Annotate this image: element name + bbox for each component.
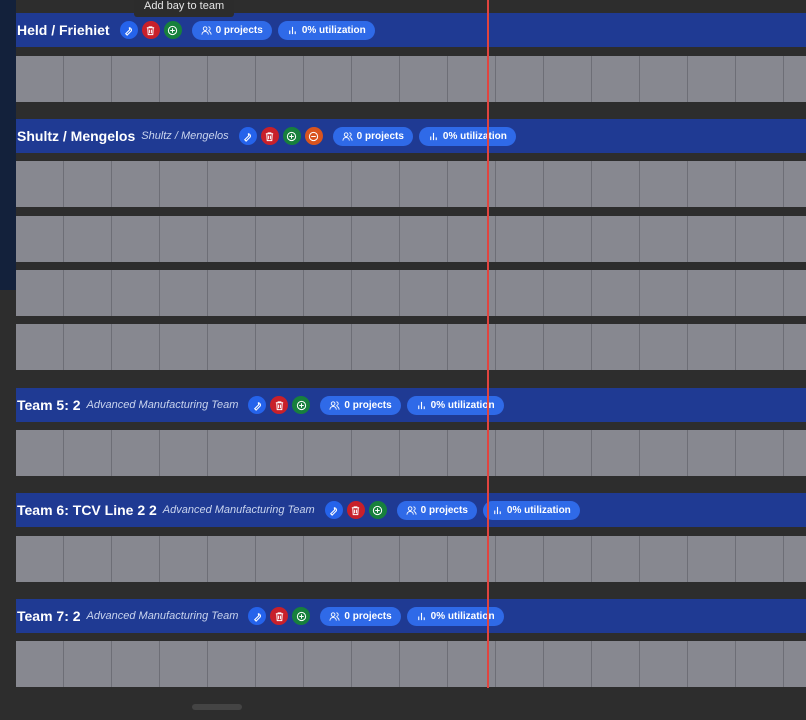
team-header: Team 7: 2 Advanced Manufacturing Team 0 … (16, 599, 806, 633)
utilization-badge: 0% utilization (482, 500, 580, 520)
projects-badge: 0 projects (320, 395, 401, 415)
bay-row[interactable] (16, 270, 806, 316)
bay-row[interactable] (16, 430, 806, 476)
bay-row[interactable] (16, 161, 806, 207)
team-header: Held / Friehiet 0 projects 0% utilizatio… (16, 13, 806, 47)
utilization-value: 0% utilization (430, 399, 495, 411)
trash-icon[interactable] (270, 396, 289, 414)
projects-badge: 0 projects (332, 126, 413, 146)
wrench-icon[interactable] (324, 501, 343, 519)
team-name: Team 5: 2 (17, 397, 81, 413)
projects-count: 0 projects (344, 399, 392, 411)
horizontal-scrollbar[interactable] (192, 704, 242, 710)
add-bay-tooltip: Add bay to team (134, 0, 235, 17)
projects-badge: 0 projects (396, 500, 477, 520)
trash-icon[interactable] (141, 21, 160, 39)
trash-icon[interactable] (270, 607, 289, 625)
team-header: Team 5: 2 Advanced Manufacturing Team 0 … (16, 388, 806, 422)
projects-badge: 0 projects (320, 606, 401, 626)
team-name: Team 7: 2 (17, 608, 81, 624)
projects-count: 0 projects (344, 610, 392, 622)
today-marker-line (487, 0, 489, 688)
utilization-badge: 0% utilization (418, 126, 516, 146)
wrench-icon[interactable] (238, 127, 257, 145)
team-name: Held / Friehiet (17, 22, 110, 38)
sidebar-edge (0, 0, 16, 290)
team-subtitle: Advanced Manufacturing Team (86, 610, 239, 622)
team-subtitle: Shultz / Mengelos (141, 130, 229, 142)
wrench-icon[interactable] (119, 21, 138, 39)
plus-circle-icon[interactable] (163, 21, 182, 39)
plus-circle-icon[interactable] (292, 607, 311, 625)
team-subtitle: Advanced Manufacturing Team (162, 504, 315, 516)
bay-row[interactable] (16, 641, 806, 687)
bay-row[interactable] (16, 324, 806, 370)
utilization-value: 0% utilization (506, 504, 571, 516)
team-name: Team 6: TCV Line 2 2 (17, 502, 157, 518)
utilization-value: 0% utilization (301, 24, 366, 36)
bay-row[interactable] (16, 56, 806, 102)
bay-row[interactable] (16, 536, 806, 582)
team-subtitle: Advanced Manufacturing Team (86, 399, 239, 411)
projects-count: 0 projects (420, 504, 468, 516)
team-name: Shultz / Mengelos (17, 128, 136, 144)
plus-circle-icon[interactable] (292, 396, 311, 414)
projects-count: 0 projects (356, 130, 404, 142)
minus-circle-icon[interactable] (304, 127, 323, 145)
trash-icon[interactable] (260, 127, 279, 145)
projects-badge: 0 projects (191, 20, 272, 40)
wrench-icon[interactable] (248, 396, 267, 414)
plus-circle-icon[interactable] (282, 127, 301, 145)
team-header: Team 6: TCV Line 2 2 Advanced Manufactur… (16, 493, 806, 527)
team-header: Shultz / Mengelos Shultz / Mengelos 0 pr… (16, 119, 806, 153)
utilization-value: 0% utilization (430, 610, 495, 622)
plus-circle-icon[interactable] (368, 501, 387, 519)
wrench-icon[interactable] (248, 607, 267, 625)
bay-row[interactable] (16, 216, 806, 262)
utilization-badge: 0% utilization (277, 20, 375, 40)
utilization-badge: 0% utilization (406, 395, 504, 415)
utilization-value: 0% utilization (442, 130, 507, 142)
trash-icon[interactable] (346, 501, 365, 519)
projects-count: 0 projects (215, 24, 263, 36)
utilization-badge: 0% utilization (406, 606, 504, 626)
